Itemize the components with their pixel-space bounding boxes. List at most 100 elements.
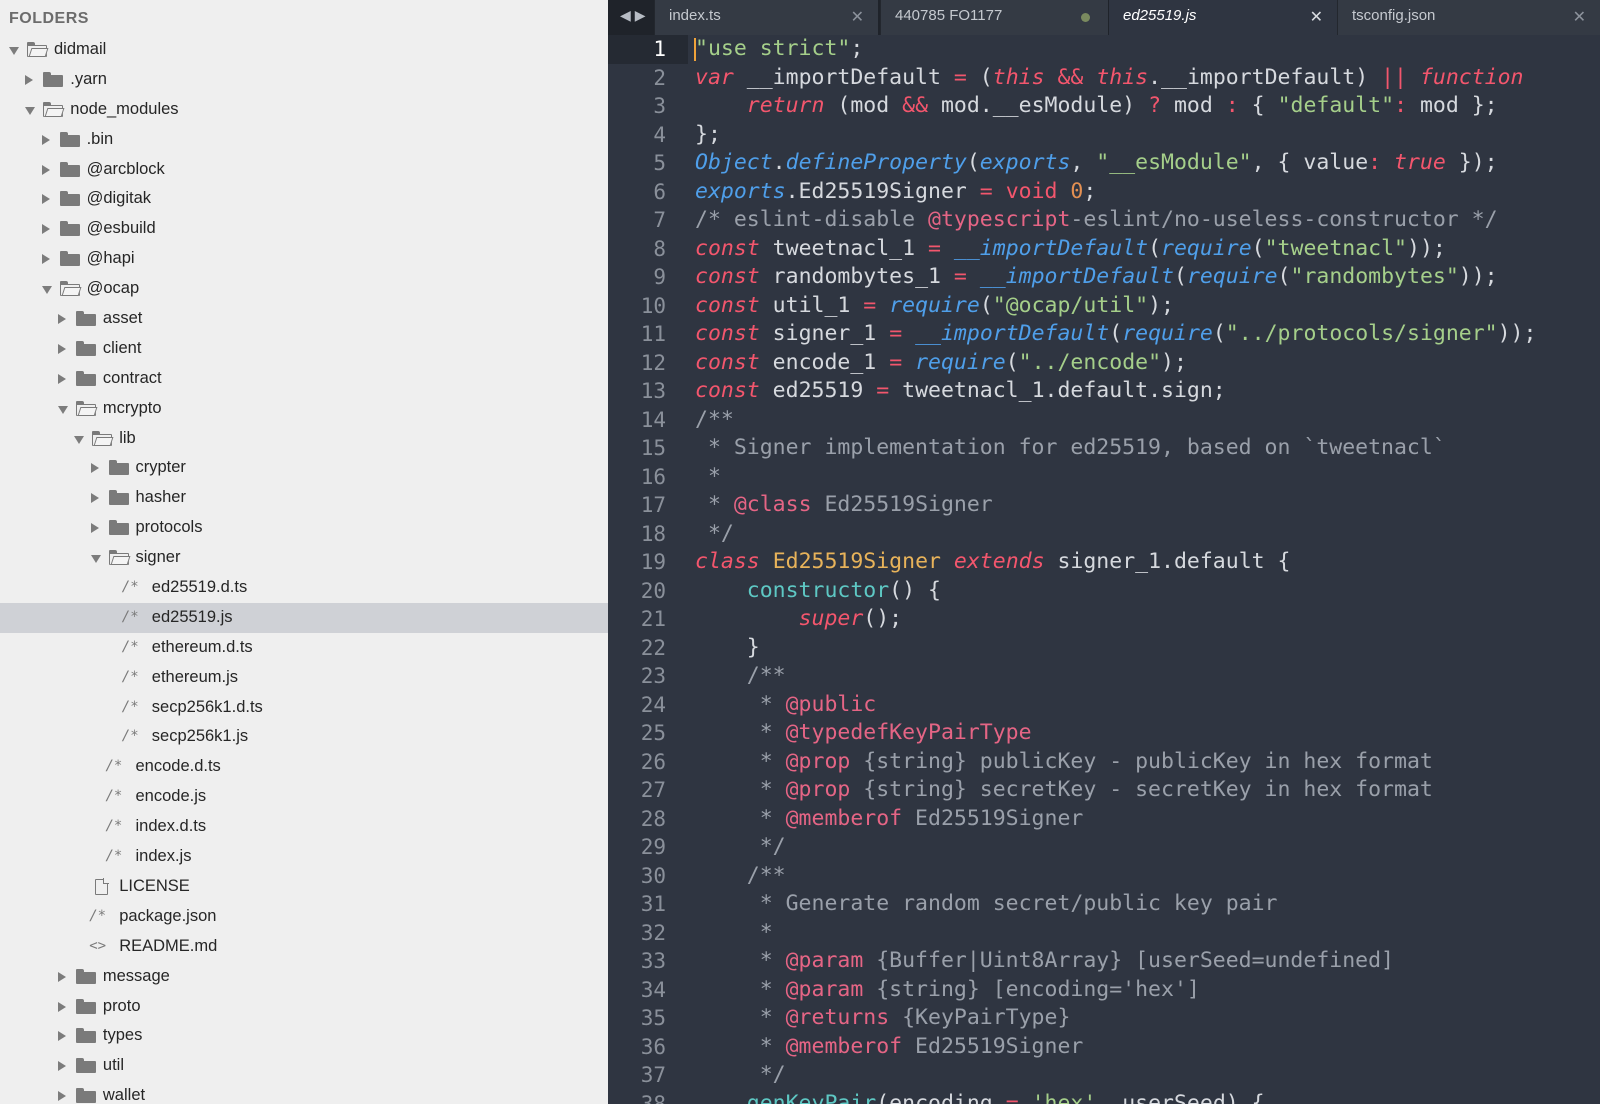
file-row[interactable]: /* ethereum.js [0,663,608,693]
file-row[interactable]: /* index.d.ts [0,812,608,842]
code-editor[interactable]: 1 2 3 4 5 6 7 8 9 10 11 12 13 14 15 16 17 18 19 20 21 22 23 24 2… [608,35,1600,1104]
code-line[interactable]: super(); [695,605,1536,634]
disclosure-closed-icon[interactable] [57,1061,66,1072]
disclosure-closed-icon[interactable] [41,164,50,175]
file-row[interactable]: /* secp256k1.d.ts [0,693,608,723]
code-line[interactable]: * @prop {string} publicKey - publicKey i… [695,748,1536,777]
disclosure-open-icon[interactable] [9,47,19,55]
code-line[interactable]: */ [695,833,1536,862]
file-row[interactable]: /* ethereum.d.ts [0,633,608,663]
code-line[interactable]: * @memberof Ed25519Signer [695,805,1536,834]
disclosure-closed-icon[interactable] [90,523,99,534]
folder-row[interactable]: crypter [0,453,608,483]
file-row[interactable]: /* index.js [0,842,608,872]
folder-row[interactable]: hasher [0,483,608,513]
disclosure-open-icon[interactable] [41,286,52,295]
code-line[interactable]: Object.defineProperty(exports, "__esModu… [695,149,1536,178]
folder-row[interactable]: protocols [0,513,608,543]
code-line[interactable]: } [695,634,1536,663]
folder-row[interactable]: .yarn [0,65,608,95]
folder-row[interactable]: signer [0,543,608,573]
folder-row[interactable]: asset [0,304,608,334]
code-line[interactable]: const util_1 = require("@ocap/util"); [695,292,1536,321]
disclosure-closed-icon[interactable] [57,314,66,325]
back-arrow-icon[interactable]: ◀ [620,7,635,23]
code-line[interactable]: * @class Ed25519Signer [695,491,1536,520]
code-line[interactable]: "use strict"; [695,35,1536,64]
code-line[interactable]: /** [695,862,1536,891]
disclosure-closed-icon[interactable] [57,1001,66,1012]
code-line[interactable]: const signer_1 = __importDefault(require… [695,320,1536,349]
forward-arrow-icon[interactable]: ▶ [635,7,650,23]
code-line[interactable]: * Signer implementation for ed25519, bas… [695,434,1536,463]
code-line[interactable]: * @public [695,691,1536,720]
code-line[interactable]: * @prop {string} secretKey - secretKey i… [695,776,1536,805]
code-line[interactable]: * @returns {KeyPairType} [695,1004,1536,1033]
editor-tab[interactable]: 440785 FO1177 [880,0,1108,35]
file-row[interactable]: /* secp256k1.js [0,722,608,752]
file-row[interactable]: /* ed25519.d.ts [0,573,608,603]
folder-row[interactable]: client [0,334,608,364]
disclosure-open-icon[interactable] [90,555,101,564]
code-line[interactable]: * @param {string} [encoding='hex'] [695,976,1536,1005]
disclosure-open-icon[interactable] [25,106,36,115]
code-line[interactable]: const tweetnacl_1 = __importDefault(requ… [695,235,1536,264]
folder-row[interactable]: wallet [0,1081,608,1104]
code-line[interactable]: * Generate random secret/public key pair [695,890,1536,919]
unsaved-dot-icon[interactable] [1081,13,1090,22]
code-line[interactable]: /** [695,406,1536,435]
code-area[interactable]: "use strict"; var __importDefault = (this… [695,35,1536,1104]
disclosure-closed-icon[interactable] [57,1031,66,1042]
close-tab-icon[interactable]: ✕ [851,7,864,27]
code-line[interactable]: * @param {Buffer|Uint8Array} [userSeed=u… [695,947,1536,976]
disclosure-closed-icon[interactable] [57,373,66,384]
code-line[interactable]: const encode_1 = require("../encode"); [695,349,1536,378]
folder-row[interactable]: contract [0,364,608,394]
close-tab-icon[interactable]: ✕ [1310,7,1323,27]
code-line[interactable]: * [695,919,1536,948]
code-line[interactable]: exports.Ed25519Signer = void 0; [695,178,1536,207]
code-line[interactable]: * @typedefKeyPairType [695,719,1536,748]
disclosure-open-icon[interactable] [57,405,68,414]
disclosure-closed-icon[interactable] [90,493,99,504]
file-row[interactable]: /* ed25519.js [0,602,608,633]
folder-row[interactable]: util [0,1051,608,1081]
editor-tab[interactable]: index.ts ✕ [654,0,878,35]
folder-row[interactable]: @hapi [0,244,608,274]
disclosure-closed-icon[interactable] [41,254,50,265]
disclosure-closed-icon[interactable] [25,74,34,85]
code-line[interactable]: return (mod && mod.__esModule) ? mod : {… [695,92,1536,121]
code-line[interactable]: }; [695,121,1536,150]
disclosure-open-icon[interactable] [74,435,85,444]
code-line[interactable]: */ [695,1061,1536,1090]
code-line[interactable]: class Ed25519Signer extends signer_1.def… [695,548,1536,577]
code-line[interactable]: constructor() { [695,577,1536,606]
disclosure-closed-icon[interactable] [57,971,66,982]
folder-row[interactable]: .bin [0,125,608,155]
folder-row[interactable]: @digitak [0,184,608,214]
code-line[interactable]: * [695,463,1536,492]
code-line[interactable]: const randombytes_1 = __importDefault(re… [695,263,1536,292]
disclosure-closed-icon[interactable] [41,194,50,205]
code-line[interactable]: */ [695,520,1536,549]
folder-row[interactable]: @ocap [0,274,608,304]
code-line[interactable]: * @memberof Ed25519Signer [695,1033,1536,1062]
file-row[interactable]: /* package.json [0,902,608,932]
folder-row[interactable]: types [0,1021,608,1051]
editor-tab[interactable]: ed25519.js ✕ [1109,0,1337,35]
folder-row[interactable]: proto [0,992,608,1022]
disclosure-closed-icon[interactable] [57,1091,66,1102]
disclosure-closed-icon[interactable] [90,463,99,474]
close-tab-icon[interactable]: ✕ [1573,7,1586,27]
editor-tab[interactable]: tsconfig.json ✕ [1337,0,1600,35]
file-row[interactable]: /* encode.d.ts [0,752,608,782]
disclosure-closed-icon[interactable] [57,343,66,354]
code-line[interactable]: var __importDefault = (this && this.__im… [695,64,1536,93]
disclosure-closed-icon[interactable] [41,224,50,235]
file-row[interactable]: <> README.md [0,932,608,962]
code-line[interactable]: const ed25519 = tweetnacl_1.default.sign… [695,377,1536,406]
file-row[interactable]: /* encode.js [0,782,608,812]
folder-row[interactable]: node_modules [0,95,608,125]
folder-row[interactable]: message [0,962,608,992]
disclosure-closed-icon[interactable] [41,134,50,145]
